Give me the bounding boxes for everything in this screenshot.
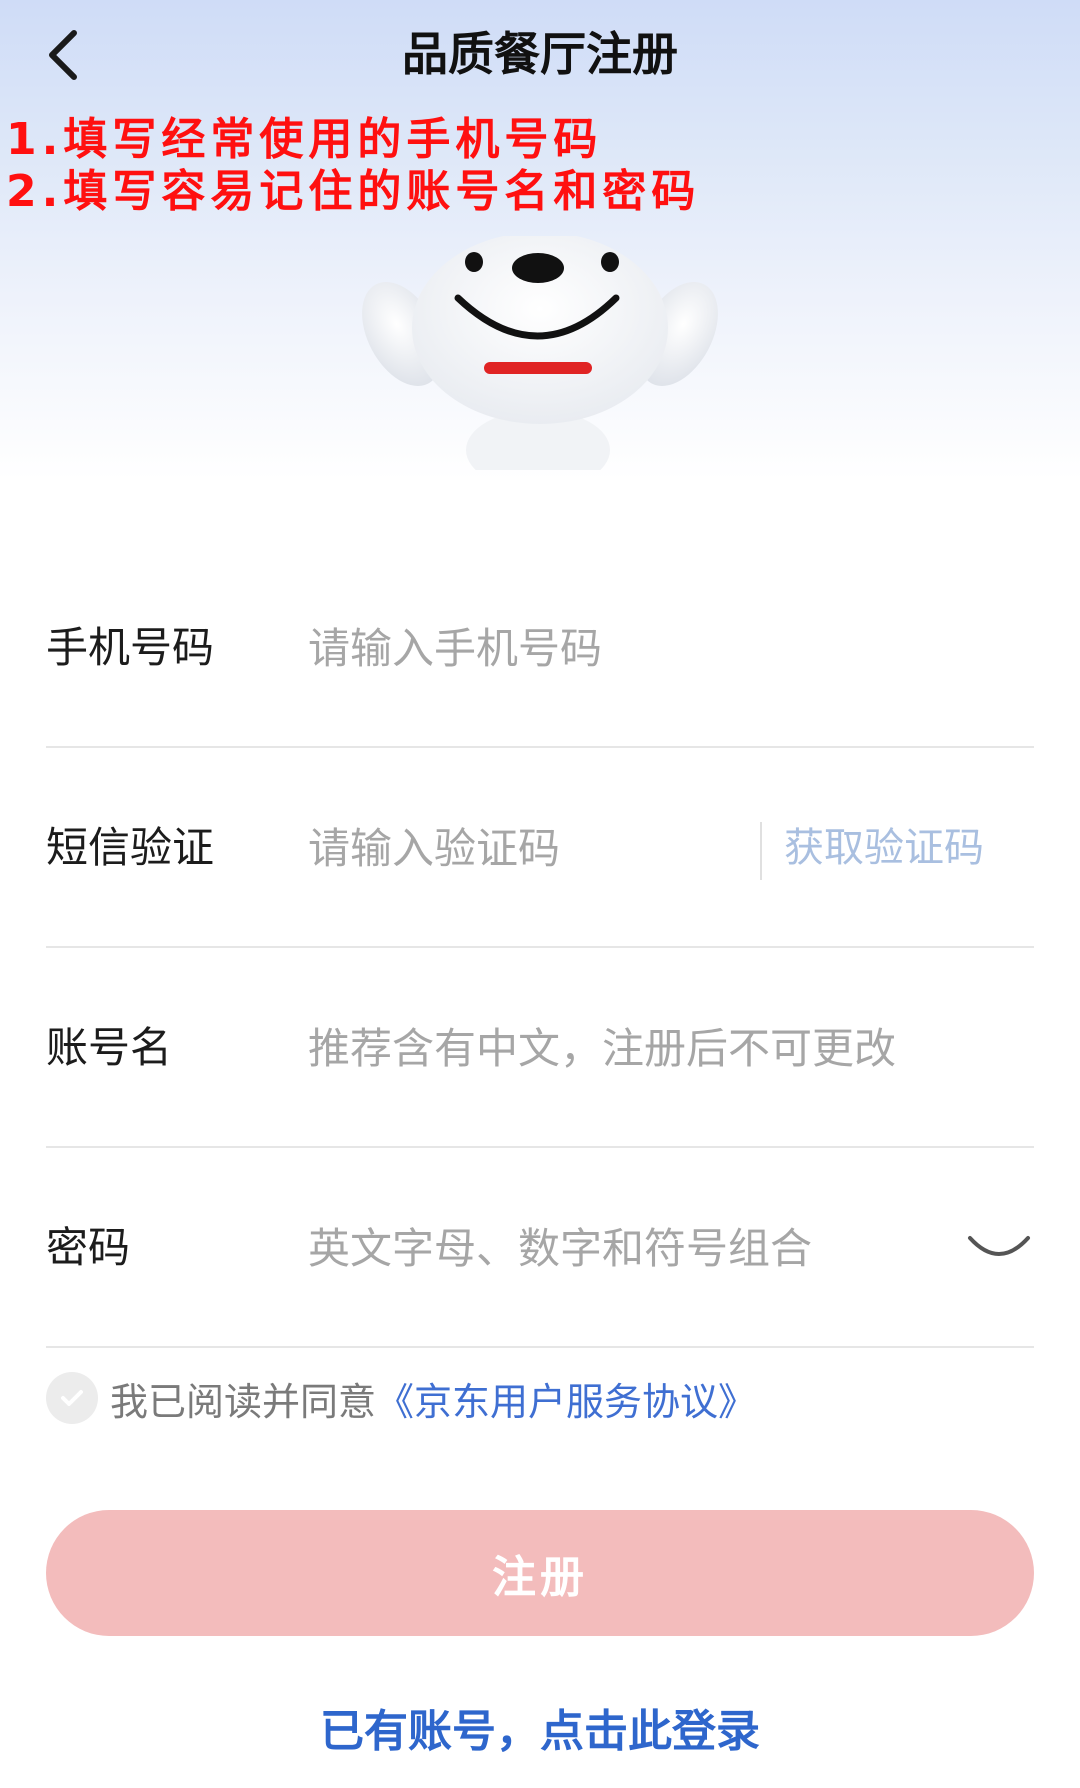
password-field-row: 密码 <box>46 1148 1034 1348</box>
register-button[interactable]: 注册 <box>46 1510 1034 1636</box>
account-label: 账号名 <box>46 1023 173 1072</box>
eye-closed-icon[interactable] <box>964 1218 1034 1278</box>
annotation-line-2: 2.填写容易记住的账号名和密码 <box>6 166 701 217</box>
dog-mascot-icon <box>362 236 718 470</box>
agreement-checkbox[interactable] <box>46 1372 98 1424</box>
password-label: 密码 <box>46 1223 131 1272</box>
sms-field-row: 短信验证 获取验证码 <box>46 748 1034 948</box>
agreement-text: 我已阅读并同意 <box>110 1379 377 1424</box>
password-input[interactable] <box>308 1210 908 1286</box>
sms-label: 短信验证 <box>46 823 215 872</box>
account-name-input[interactable] <box>308 1010 988 1086</box>
sms-code-input[interactable] <box>308 810 738 886</box>
check-icon <box>61 1390 83 1406</box>
page-title: 品质餐厅注册 <box>402 27 678 81</box>
vertical-divider <box>760 822 762 880</box>
service-agreement-link[interactable]: 《京东用户服务协议》 <box>376 1371 756 1426</box>
login-link[interactable]: 已有账号，点击此登录 <box>0 1700 1080 1764</box>
phone-field-row: 手机号码 <box>46 548 1034 748</box>
phone-input[interactable] <box>308 610 988 686</box>
annotation-line-1: 1.填写经常使用的手机号码 <box>6 114 603 165</box>
phone-label: 手机号码 <box>46 623 215 672</box>
agreement-row: 我已阅读并同意 《京东用户服务协议》 <box>46 1368 756 1428</box>
get-code-button[interactable]: 获取验证码 <box>784 748 984 948</box>
account-field-row: 账号名 <box>46 948 1034 1148</box>
